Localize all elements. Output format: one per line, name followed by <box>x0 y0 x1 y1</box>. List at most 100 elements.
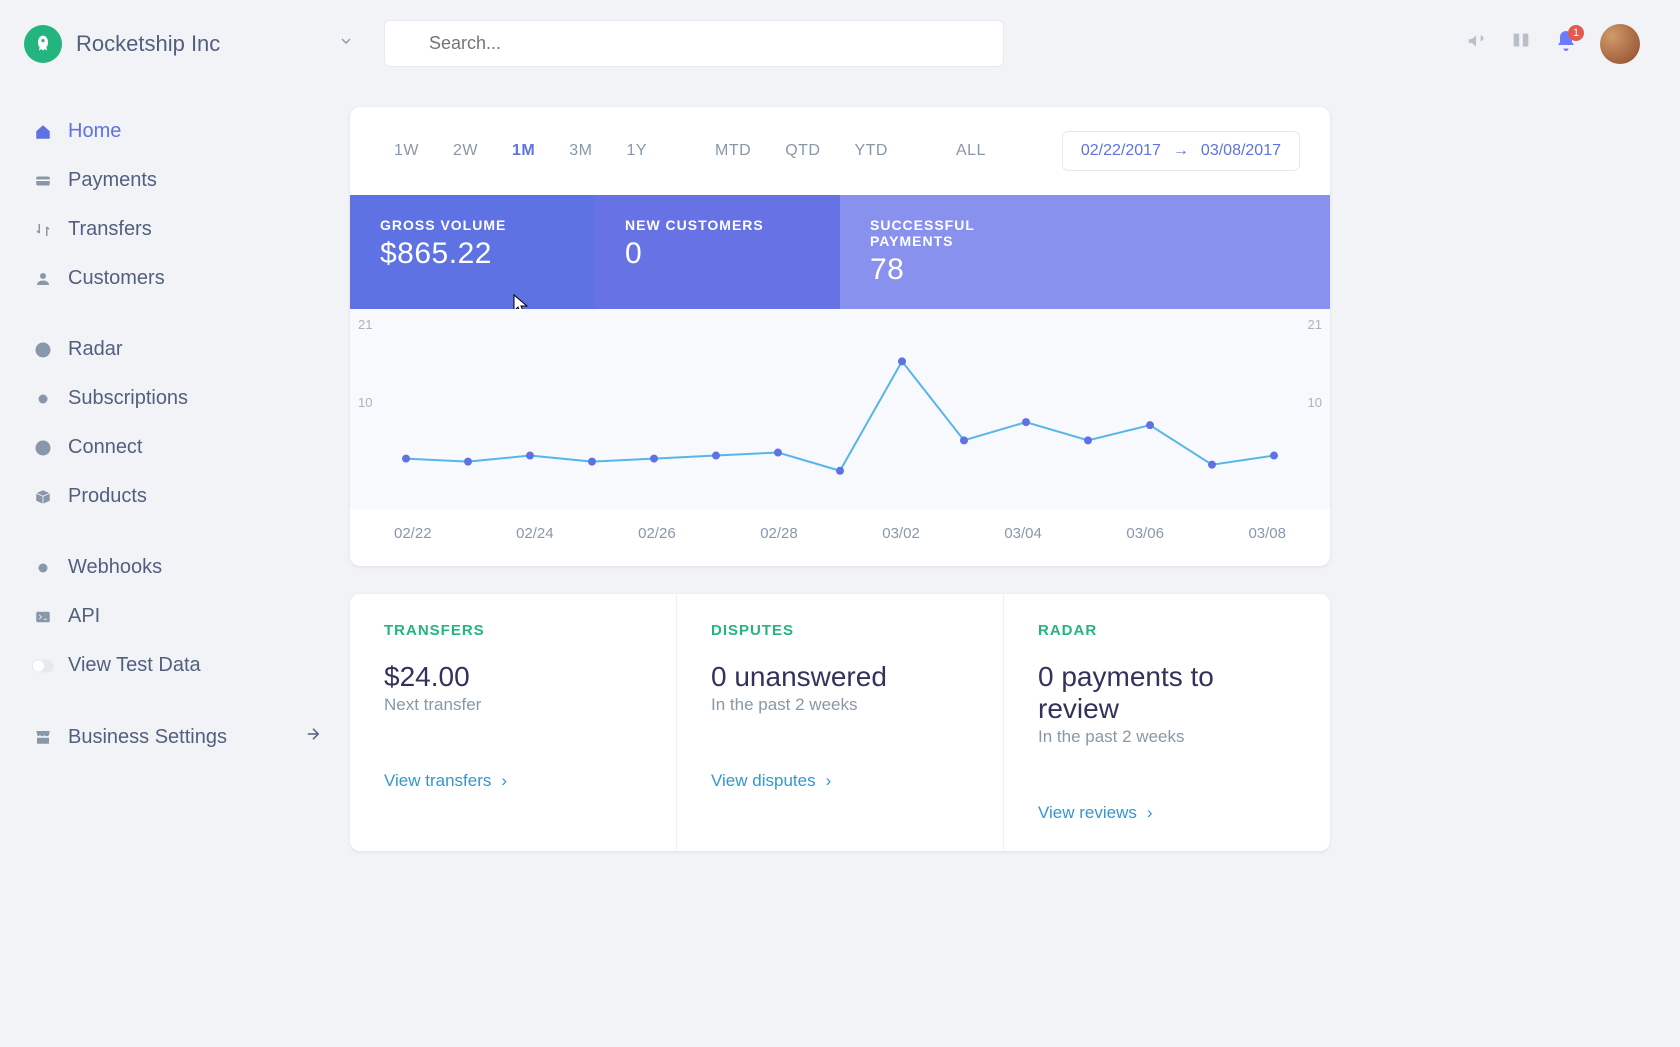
x-tick: 02/26 <box>638 525 676 542</box>
panel-title: DISPUTES <box>711 622 969 639</box>
sidebar-item-label: View Test Data <box>68 654 201 677</box>
card-icon <box>32 170 54 192</box>
panel-value: 0 payments to review <box>1038 661 1296 725</box>
kpi-value: $865.22 <box>380 237 565 271</box>
sidebar-item-label: Connect <box>68 436 143 459</box>
kpi-label: SUCCESSFUL PAYMENTS <box>870 217 1055 249</box>
arrow-right-icon <box>304 725 322 749</box>
y-tick: 10 <box>1308 395 1322 410</box>
sidebar-item-label: Products <box>68 485 147 508</box>
range-tab-mtd[interactable]: MTD <box>701 136 765 166</box>
x-tick: 03/08 <box>1248 525 1286 542</box>
chevron-right-icon: › <box>826 771 832 791</box>
x-tick: 02/22 <box>394 525 432 542</box>
range-tab-1m[interactable]: 1M <box>498 136 549 166</box>
kpi-gross-volume[interactable]: GROSS VOLUME $865.22 <box>350 195 595 309</box>
sidebar-item-label: Radar <box>68 338 122 361</box>
summary-panels: TRANSFERS $24.00 Next transfer View tran… <box>350 594 1330 851</box>
sidebar-item-home[interactable]: Home <box>24 107 330 156</box>
range-tab-3m[interactable]: 3M <box>555 136 606 166</box>
dot-icon <box>32 388 54 410</box>
panel-sub: In the past 2 weeks <box>711 695 969 715</box>
x-tick: 03/06 <box>1126 525 1164 542</box>
chevron-down-icon <box>338 33 354 54</box>
chart-area: 21 21 10 10 <box>350 309 1330 509</box>
sidebar-item-api[interactable]: API <box>24 592 330 641</box>
range-tab-1y[interactable]: 1Y <box>612 136 661 166</box>
panel-title: TRANSFERS <box>384 622 642 639</box>
sidebar-item-label: Customers <box>68 267 165 290</box>
sidebar-item-view-test-data[interactable]: View Test Data <box>24 641 330 690</box>
sidebar-item-business-settings[interactable]: Business Settings <box>24 712 330 762</box>
y-tick: 21 <box>358 317 372 332</box>
date-to: 03/08/2017 <box>1201 142 1281 160</box>
x-tick: 03/04 <box>1004 525 1042 542</box>
date-range-picker[interactable]: 02/22/2017 → 03/08/2017 <box>1062 131 1300 171</box>
sidebar-item-products[interactable]: Products <box>24 472 330 521</box>
y-tick: 21 <box>1308 317 1322 332</box>
sidebar-item-radar[interactable]: Radar <box>24 325 330 374</box>
home-icon <box>32 121 54 143</box>
sidebar-item-label: Home <box>68 120 121 143</box>
sidebar-item-connect[interactable]: Connect <box>24 423 330 472</box>
kpi-label: NEW CUSTOMERS <box>625 217 810 233</box>
megaphone-icon[interactable] <box>1466 30 1488 57</box>
chevron-right-icon: › <box>1147 803 1153 823</box>
panel-sub: Next transfer <box>384 695 642 715</box>
sidebar-item-label: Payments <box>68 169 157 192</box>
range-tab-ytd[interactable]: YTD <box>840 136 902 166</box>
chevron-right-icon: › <box>501 771 507 791</box>
sidebar-item-subscriptions[interactable]: Subscriptions <box>24 374 330 423</box>
overview-card: 1W2W1M3M1Y MTDQTDYTD ALL 02/22/2017 → 03/0… <box>350 107 1330 566</box>
sidebar-item-webhooks[interactable]: Webhooks <box>24 543 330 592</box>
view-disputes-link[interactable]: View disputes › <box>711 771 969 791</box>
kpi-blank[interactable] <box>1085 195 1330 309</box>
sidebar-item-transfers[interactable]: Transfers <box>24 205 330 254</box>
kpi-value: 78 <box>870 253 1055 287</box>
sidebar-item-label: Business Settings <box>68 726 227 749</box>
range-tab-1w[interactable]: 1W <box>380 136 433 166</box>
swap-icon <box>32 219 54 241</box>
terminal-icon <box>32 606 54 628</box>
arrow-right-icon: → <box>1173 142 1189 160</box>
date-from: 02/22/2017 <box>1081 142 1161 160</box>
panel-value: $24.00 <box>384 661 642 693</box>
notification-count: 1 <box>1568 25 1584 41</box>
x-tick: 02/28 <box>760 525 798 542</box>
panel-transfers: TRANSFERS $24.00 Next transfer View tran… <box>350 594 677 851</box>
panel-disputes: DISPUTES 0 unanswered In the past 2 week… <box>677 594 1004 851</box>
sidebar-item-customers[interactable]: Customers <box>24 254 330 303</box>
panel-value: 0 unanswered <box>711 661 969 693</box>
panel-title: RADAR <box>1038 622 1296 639</box>
range-tab-2w[interactable]: 2W <box>439 136 492 166</box>
rocket-icon <box>24 25 62 63</box>
sidebar-item-label: Transfers <box>68 218 152 241</box>
kpi-label: GROSS VOLUME <box>380 217 565 233</box>
kpi-new-customers[interactable]: NEW CUSTOMERS 0 <box>595 195 840 309</box>
view-transfers-link[interactable]: View transfers › <box>384 771 642 791</box>
range-tab-all[interactable]: ALL <box>942 136 1000 166</box>
sidebar-item-label: API <box>68 605 100 628</box>
range-tab-qtd[interactable]: QTD <box>771 136 834 166</box>
sidebar-item-payments[interactable]: Payments <box>24 156 330 205</box>
x-tick: 02/24 <box>516 525 554 542</box>
org-name: Rocketship Inc <box>76 31 324 57</box>
search-input[interactable] <box>384 20 1004 67</box>
avatar[interactable] <box>1600 24 1640 64</box>
box-icon <box>32 486 54 508</box>
radar-icon <box>32 339 54 361</box>
panel-radar: RADAR 0 payments to review In the past 2… <box>1004 594 1330 851</box>
panel-sub: In the past 2 weeks <box>1038 727 1296 747</box>
org-switcher[interactable]: Rocketship Inc <box>24 25 354 63</box>
kpi-successful-payments[interactable]: SUCCESSFUL PAYMENTS 78 <box>840 195 1085 309</box>
user-icon <box>32 268 54 290</box>
sidebar-item-label: Subscriptions <box>68 387 188 410</box>
view-reviews-link[interactable]: View reviews › <box>1038 803 1296 823</box>
notifications-bell[interactable]: 1 <box>1554 29 1578 58</box>
x-tick: 03/02 <box>882 525 920 542</box>
book-icon[interactable] <box>1510 30 1532 57</box>
sidebar-item-label: Webhooks <box>68 556 162 579</box>
sidebar: Home Payments Transfers Customers Radar Subs… <box>0 67 350 891</box>
kpi-value: 0 <box>625 237 810 271</box>
toggle-icon <box>32 655 54 677</box>
